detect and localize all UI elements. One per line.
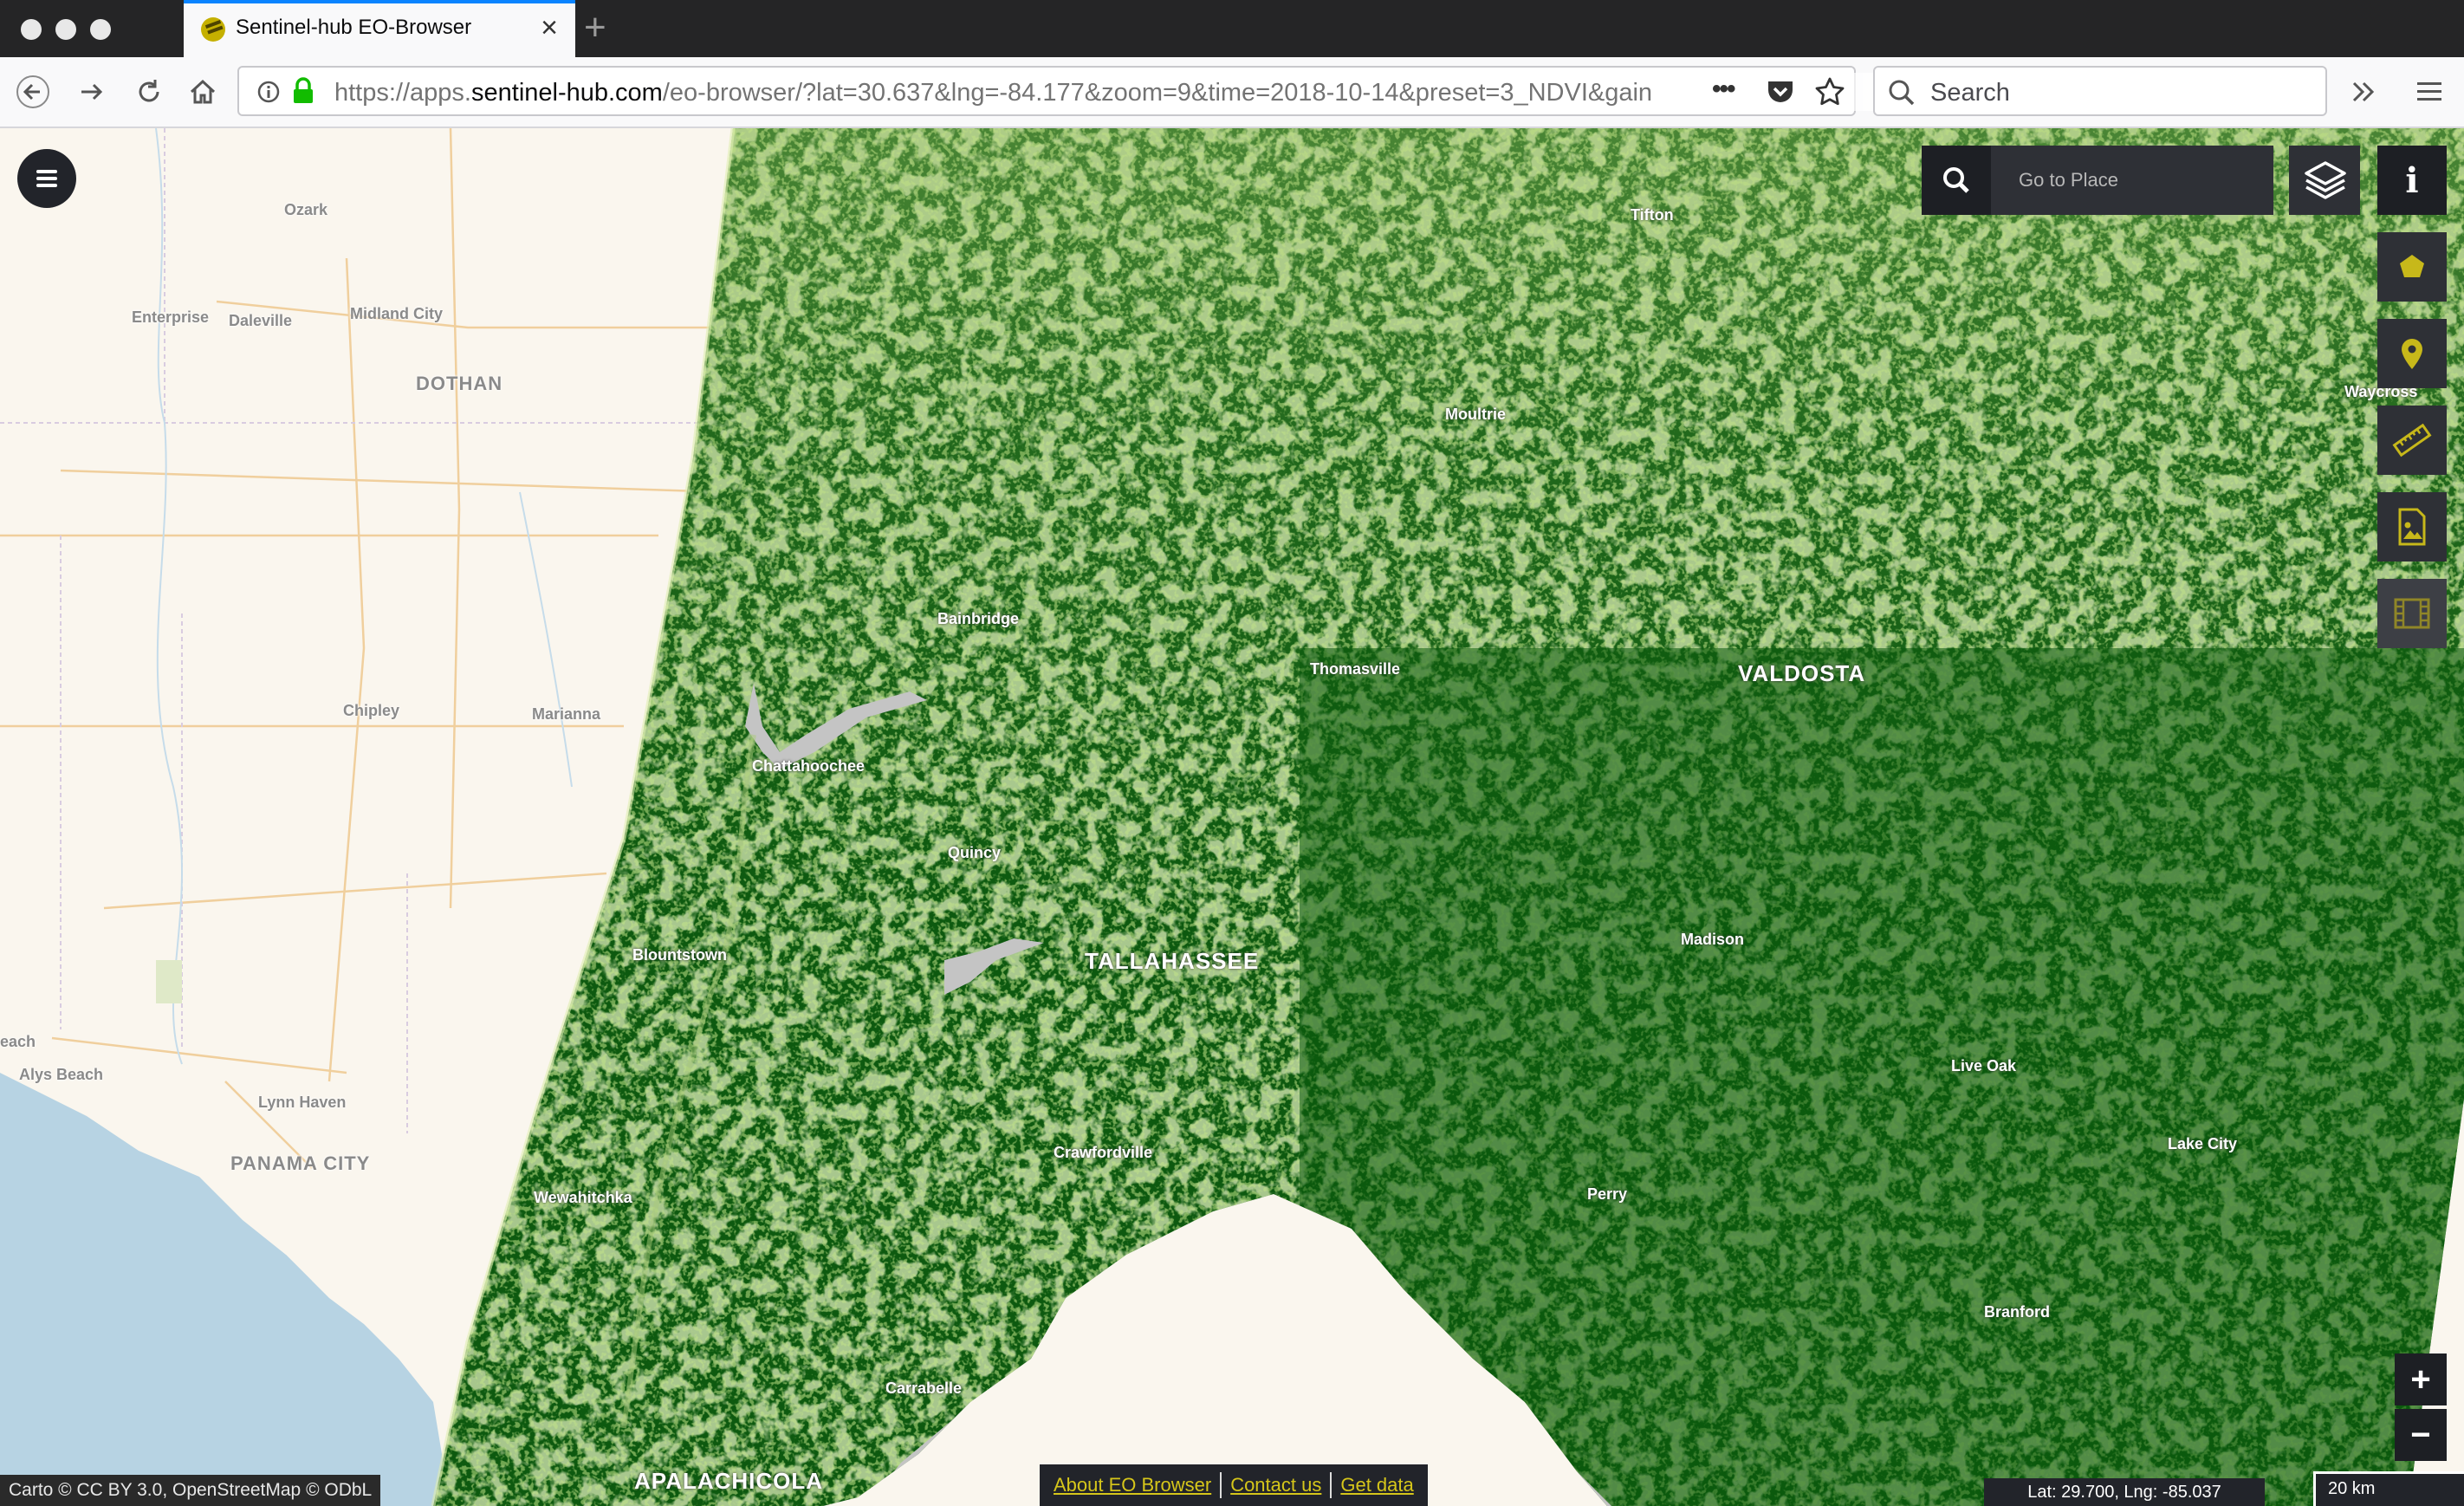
url-prefix: https://apps. — [334, 79, 471, 107]
goto-search-button[interactable] — [1922, 146, 1991, 215]
map-label-ozark: Ozark — [284, 201, 328, 218]
browser-tab-active[interactable]: Sentinel-hub EO-Browser × — [184, 0, 575, 57]
map-view[interactable]: Ozark Enterprise Daleville Midland City … — [0, 128, 2464, 1506]
search-icon — [1889, 80, 1915, 106]
window-minimize-dot[interactable] — [55, 19, 76, 40]
forward-icon — [81, 83, 103, 101]
map-scale-bar: 20 km — [2313, 1471, 2464, 1506]
timelapse-button[interactable] — [2377, 579, 2447, 648]
map-label-each: each — [0, 1033, 36, 1050]
measure-button[interactable] — [2377, 406, 2447, 475]
map-label-moultrie: Moultrie — [1445, 406, 1506, 423]
search-bar[interactable]: Search — [1873, 66, 2327, 116]
zoom-in-button[interactable]: + — [2395, 1353, 2447, 1405]
search-icon — [1943, 167, 1969, 193]
map-label-lake-city: Lake City — [2168, 1135, 2238, 1152]
zoom-out-button[interactable]: − — [2395, 1409, 2447, 1461]
map-label-chipley: Chipley — [343, 702, 400, 719]
map-label-tallahassee: TALLAHASSEE — [1085, 948, 1260, 974]
overflow-icon — [2352, 81, 2375, 102]
map-label-perry: Perry — [1587, 1185, 1628, 1203]
layers-icon — [2305, 161, 2346, 199]
home-button[interactable] — [180, 69, 225, 114]
contact-us-link[interactable]: Contact us — [1222, 1472, 1333, 1498]
map-label-live-oak: Live Oak — [1951, 1057, 2017, 1074]
map-label-alys-beach: Alys Beach — [19, 1066, 104, 1083]
map-label-panama-city: PANAMA CITY — [230, 1152, 371, 1174]
map-label-chattahoochee: Chattahoochee — [752, 757, 866, 775]
info-button[interactable]: i — [2377, 146, 2447, 215]
layers-button[interactable] — [2289, 146, 2360, 215]
tab-title: Sentinel-hub EO-Browser — [236, 16, 472, 39]
polygon-tool-icon — [2400, 255, 2424, 277]
image-export-icon — [2398, 508, 2426, 546]
map-label-tifton: Tifton — [1631, 206, 1674, 224]
image-export-button[interactable] — [2377, 492, 2447, 562]
lock-icon[interactable] — [291, 76, 315, 106]
browser-titlebar: Sentinel-hub EO-Browser × + — [0, 0, 2464, 57]
menu-icon — [36, 177, 57, 180]
url-bar[interactable]: https://apps.sentinel-hub.com/eo-browser… — [237, 66, 1920, 116]
forward-button[interactable] — [69, 69, 114, 114]
back-icon — [16, 75, 49, 108]
url-path: /eo-browser/?lat=30.637&lng=-84.177&zoom… — [662, 79, 1653, 107]
app-menu-button[interactable] — [17, 149, 76, 208]
map-label-bainbridge: Bainbridge — [937, 610, 1020, 627]
url-domain: sentinel-hub.com — [471, 79, 663, 107]
sentinel-favicon-icon — [201, 17, 225, 42]
map-label-marianna: Marianna — [532, 705, 601, 723]
cursor-coordinates: Lat: 29.700, Lng: -85.037 — [1984, 1478, 2265, 1506]
back-button[interactable] — [10, 69, 55, 114]
timelapse-film-icon — [2394, 598, 2430, 629]
measure-ruler-icon — [2392, 423, 2432, 458]
map-label-lynn-haven: Lynn Haven — [258, 1094, 347, 1111]
more-icon[interactable]: ••• — [1712, 75, 1735, 104]
map-attribution: Carto © CC BY 3.0, OpenStreetMap © ODbL — [0, 1475, 381, 1506]
window-zoom-dot[interactable] — [90, 19, 111, 40]
overflow-button[interactable] — [2341, 69, 2386, 114]
info-icon[interactable] — [256, 80, 281, 104]
map-label-valdosta: VALDOSTA — [1738, 660, 1866, 686]
reload-icon — [139, 80, 159, 102]
hamburger-icon — [2417, 82, 2441, 101]
map-label-enterprise: Enterprise — [132, 308, 210, 326]
map-label-crawfordville: Crawfordville — [1054, 1144, 1153, 1161]
browser-navbar: https://apps.sentinel-hub.com/eo-browser… — [0, 57, 2464, 128]
map-canvas — [0, 128, 2464, 1506]
browser-menu-button[interactable] — [2407, 69, 2452, 114]
location-pin-button[interactable] — [2377, 319, 2447, 388]
url-text: https://apps.sentinel-hub.com/eo-browser… — [334, 79, 1894, 107]
get-data-link[interactable]: Get data — [1332, 1472, 1422, 1498]
pocket-icon[interactable] — [1766, 78, 1795, 106]
map-label-midland-city: Midland City — [350, 305, 443, 322]
location-pin-icon — [2402, 339, 2422, 369]
new-tab-button[interactable]: + — [584, 7, 606, 49]
map-label-blountstown: Blountstown — [632, 946, 727, 964]
reload-button[interactable] — [126, 69, 172, 114]
map-label-apalachicola: APALACHICOLA — [634, 1468, 824, 1494]
home-icon — [190, 79, 216, 104]
polygon-tool-button[interactable] — [2377, 232, 2447, 302]
bookmark-star-icon[interactable] — [1814, 76, 1845, 107]
map-label-dothan: DOTHAN — [416, 373, 503, 394]
map-label-carrabelle: Carrabelle — [885, 1379, 963, 1397]
map-label-quincy: Quincy — [948, 844, 1002, 861]
search-placeholder: Search — [1930, 79, 2010, 107]
map-label-daleville: Daleville — [229, 312, 293, 329]
footer-links: About EO Browser Contact us Get data — [1040, 1464, 1428, 1506]
map-label-madison: Madison — [1681, 931, 1745, 948]
goto-place-search[interactable]: Go to Place — [1922, 146, 2273, 215]
map-label-branford: Branford — [1984, 1303, 2050, 1321]
map-label-wewahitchka: Wewahitchka — [534, 1189, 632, 1206]
window-close-dot[interactable] — [21, 19, 42, 40]
about-eo-browser-link[interactable]: About EO Browser — [1045, 1472, 1222, 1498]
tab-close-icon[interactable]: × — [541, 10, 558, 45]
goto-place-input[interactable]: Go to Place — [2019, 169, 2118, 191]
map-label-thomasville: Thomasville — [1310, 660, 1401, 678]
